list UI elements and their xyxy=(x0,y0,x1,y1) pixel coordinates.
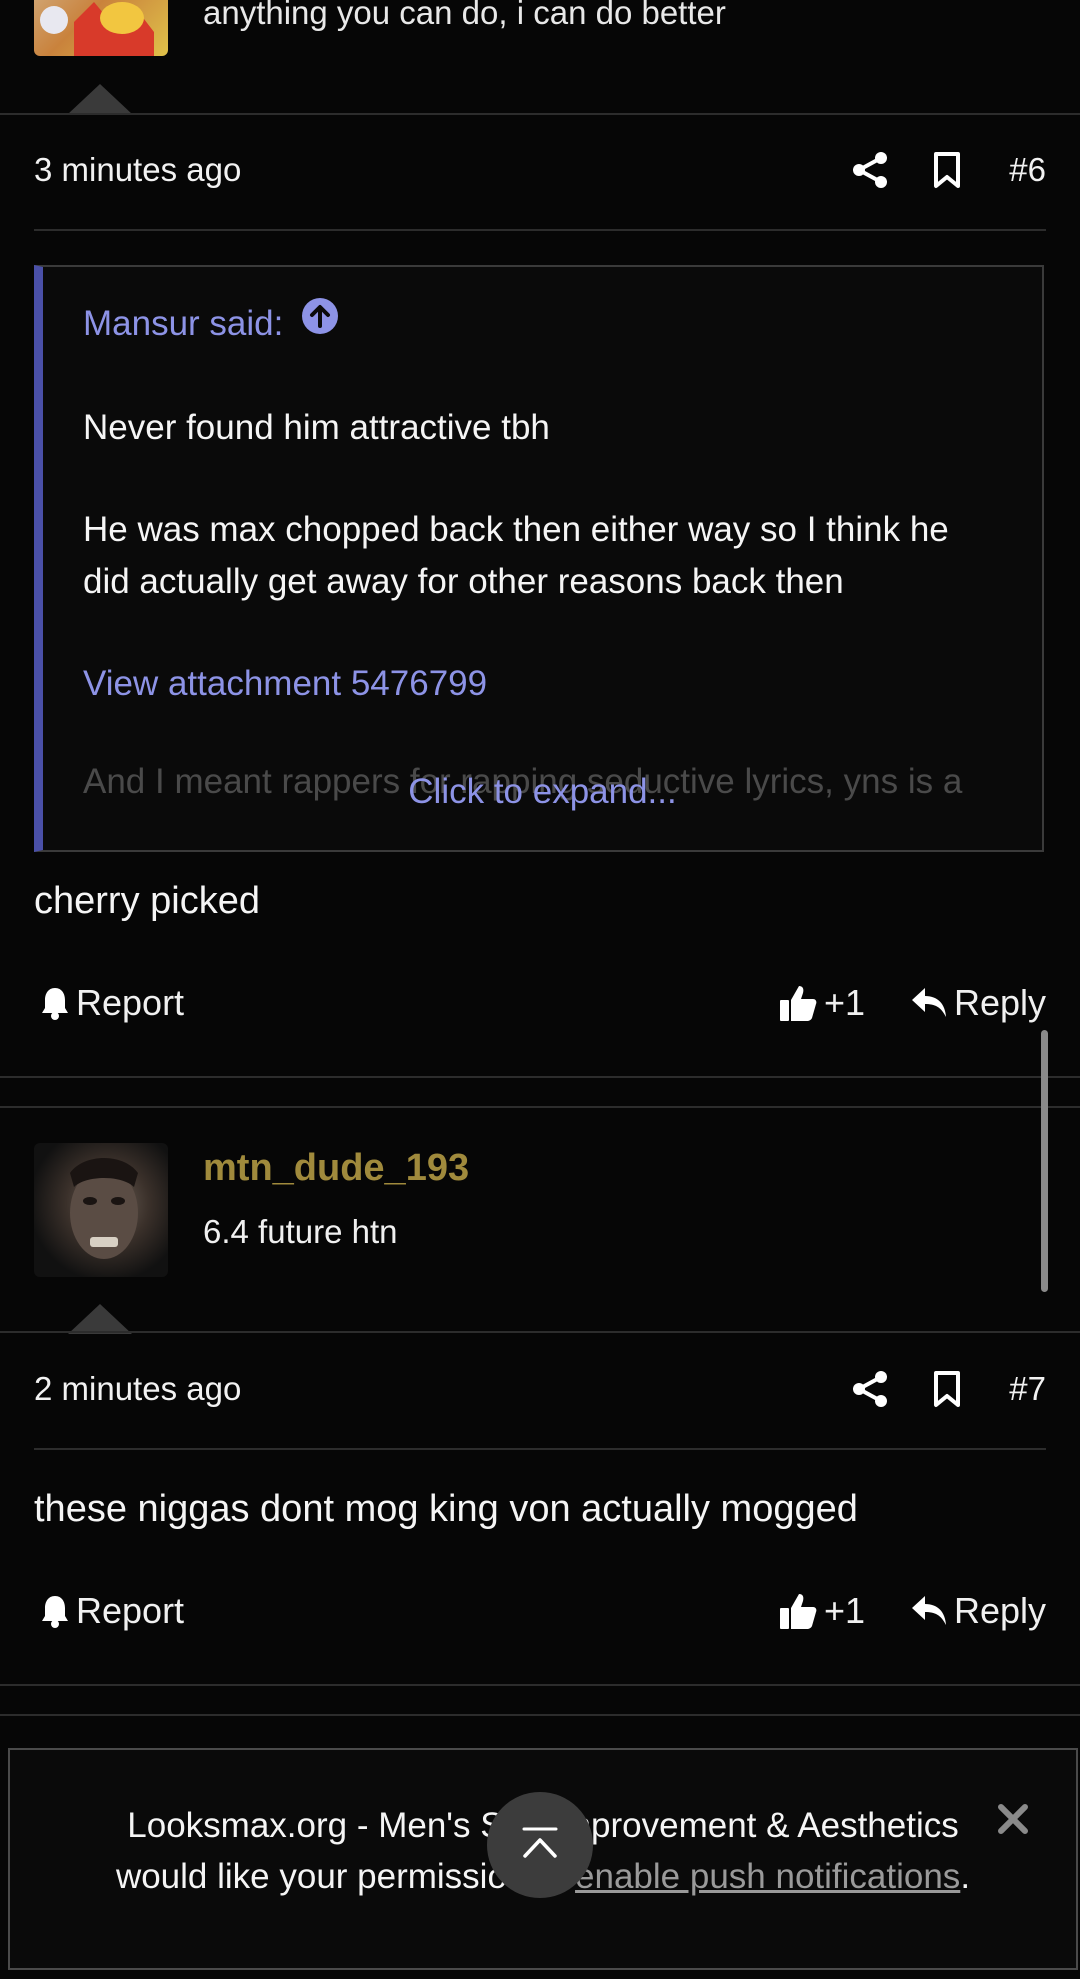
thumbs-up-icon xyxy=(778,1591,818,1631)
reply-icon xyxy=(910,1594,948,1628)
scrollbar[interactable] xyxy=(1041,1030,1048,1292)
avatar-prev[interactable] xyxy=(34,0,168,56)
quote-line: did actually get away for other reasons … xyxy=(83,562,844,601)
click-to-expand[interactable]: Click to expand... xyxy=(43,772,1042,812)
quote-header[interactable]: Mansur said: xyxy=(83,297,339,350)
enable-push-link[interactable]: enable push notifications xyxy=(575,1857,960,1896)
quote-line: Never found him attractive tbh xyxy=(83,408,550,447)
reply-icon xyxy=(910,986,948,1020)
like-count: +1 xyxy=(824,982,866,1023)
reply-label: Reply xyxy=(954,1590,1047,1631)
like-button[interactable]: +1 xyxy=(778,982,865,1024)
signature: anything you can do, i can do better xyxy=(203,0,726,31)
quote-line: He was max chopped back then either way … xyxy=(83,510,949,549)
attachment-link[interactable]: View attachment 5476799 xyxy=(83,658,487,710)
username[interactable]: mtn_dude_193 xyxy=(203,1147,469,1190)
banner-suffix: . xyxy=(960,1857,971,1896)
like-count: +1 xyxy=(824,1590,866,1631)
user-title: 6.4 future htn xyxy=(203,1213,398,1250)
bookmark-icon[interactable] xyxy=(927,150,967,190)
divider xyxy=(0,113,1080,115)
reply-label: Reply xyxy=(954,982,1047,1023)
share-icon[interactable] xyxy=(850,1369,890,1409)
post-time: 3 minutes ago xyxy=(34,151,242,188)
avatar-mtn-dude[interactable] xyxy=(34,1143,168,1277)
avatar-pointer xyxy=(68,1304,132,1334)
like-button[interactable]: +1 xyxy=(778,1590,865,1632)
report-label: Report xyxy=(76,1590,185,1631)
scroll-top-button[interactable] xyxy=(487,1792,593,1898)
divider xyxy=(0,1684,1080,1686)
report-button[interactable]: Report xyxy=(40,982,184,1024)
divider xyxy=(0,1076,1080,1078)
divider xyxy=(0,1714,1080,1716)
reply-button[interactable]: Reply xyxy=(910,982,1046,1024)
divider xyxy=(34,229,1046,231)
quote-block: Mansur said: Never found him attractive … xyxy=(34,265,1044,852)
post-number[interactable]: #7 xyxy=(1009,1370,1046,1408)
reply-button[interactable]: Reply xyxy=(910,1590,1046,1632)
scroll-top-icon xyxy=(520,1826,560,1865)
post-body: these niggas dont mog king von actually … xyxy=(34,1488,858,1530)
divider xyxy=(34,1448,1046,1450)
post-body: cherry picked xyxy=(34,880,260,922)
bookmark-icon[interactable] xyxy=(927,1369,967,1409)
divider xyxy=(0,1331,1080,1333)
quote-author[interactable]: Mansur said: xyxy=(83,298,283,350)
avatar-pointer xyxy=(68,84,132,114)
report-label: Report xyxy=(76,982,185,1023)
arrow-up-circle-icon[interactable] xyxy=(301,297,339,350)
report-button[interactable]: Report xyxy=(40,1590,184,1632)
post-time: 2 minutes ago xyxy=(34,1370,242,1407)
bell-icon xyxy=(40,1594,70,1628)
post-number[interactable]: #6 xyxy=(1009,151,1046,189)
close-icon[interactable] xyxy=(996,1802,1030,1841)
thumbs-up-icon xyxy=(778,983,818,1023)
share-icon[interactable] xyxy=(850,150,890,190)
bell-icon xyxy=(40,986,70,1020)
divider xyxy=(0,1106,1080,1108)
